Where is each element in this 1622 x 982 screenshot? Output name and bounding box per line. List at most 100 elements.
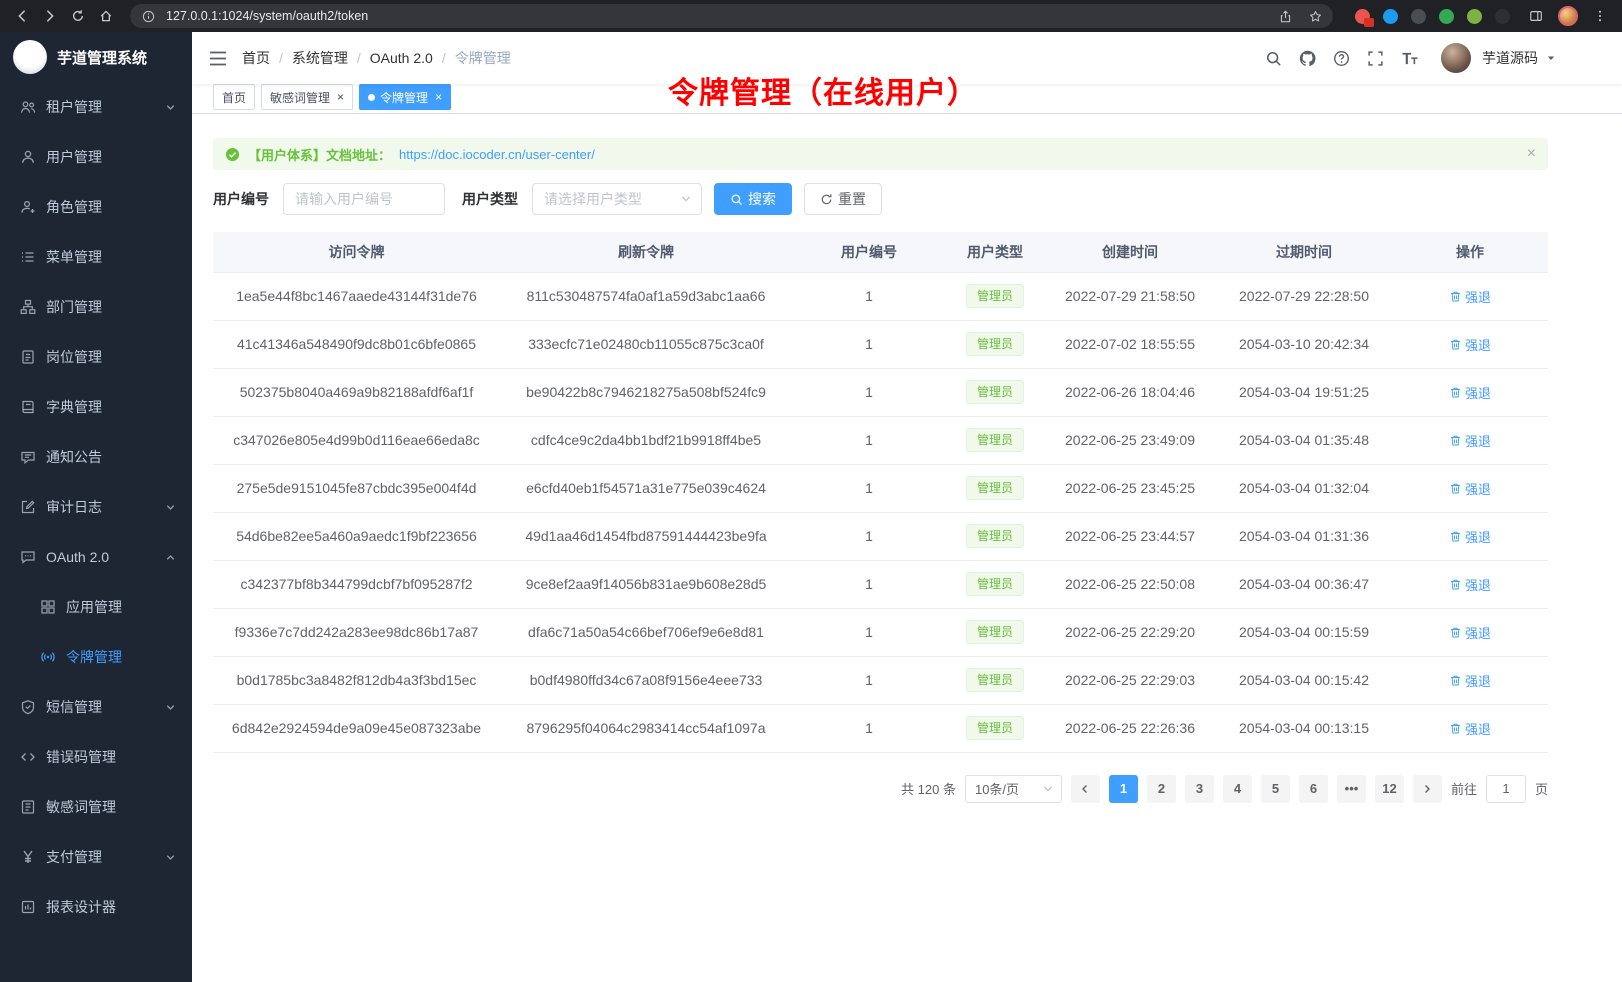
delete-icon bbox=[1449, 578, 1462, 591]
table-row: c342377bf8b344799dcbf7bf095287f29ce8ef2a… bbox=[213, 560, 1548, 608]
page-12-button[interactable]: 12 bbox=[1375, 775, 1404, 803]
expire-time-cell: 2054-03-04 01:35:48 bbox=[1216, 416, 1392, 464]
sidebar-item-sensitive-word[interactable]: 敏感词管理 bbox=[0, 782, 192, 832]
force-logout-button[interactable]: 强退 bbox=[1449, 479, 1491, 498]
doc-link[interactable]: https://doc.iocoder.cn/user-center/ bbox=[399, 147, 595, 162]
home-icon[interactable] bbox=[94, 4, 118, 28]
refresh-token-cell: 49d1aa46d1454fbd87591444423be9fa bbox=[500, 512, 792, 560]
force-logout-button[interactable]: 强退 bbox=[1449, 335, 1491, 354]
tab-home[interactable]: 首页 bbox=[213, 84, 255, 110]
column-header: 访问令牌 bbox=[213, 232, 500, 272]
more-pages-button[interactable]: ••• bbox=[1337, 775, 1366, 803]
tab-label: 首页 bbox=[222, 89, 246, 106]
sidebar-item-oauth2-token[interactable]: 令牌管理 bbox=[0, 632, 192, 682]
user-avatar[interactable] bbox=[1441, 43, 1471, 73]
address-bar[interactable]: 127.0.0.1:1024/system/oauth2/token bbox=[130, 4, 1333, 28]
user-type-cell: 管理员 bbox=[946, 704, 1044, 752]
extension-icon-dark[interactable] bbox=[1411, 9, 1426, 24]
forward-icon[interactable] bbox=[38, 4, 62, 28]
prev-page-button[interactable] bbox=[1071, 775, 1100, 803]
sidebar-item-dict[interactable]: 字典管理 bbox=[0, 382, 192, 432]
help-icon[interactable] bbox=[1333, 50, 1350, 67]
user-id-input[interactable] bbox=[283, 183, 445, 215]
breadcrumb-item-system[interactable]: 系统管理 bbox=[292, 48, 348, 68]
refresh-token-cell: 811c530487574fa0af1a59d3abc1aa66 bbox=[500, 272, 792, 320]
user-id-cell: 1 bbox=[792, 608, 946, 656]
goto-page-input[interactable] bbox=[1486, 775, 1526, 803]
alert-close-icon[interactable]: × bbox=[1527, 146, 1536, 162]
page-4-button[interactable]: 4 bbox=[1223, 775, 1252, 803]
force-logout-button[interactable]: 强退 bbox=[1449, 719, 1491, 738]
page-6-button[interactable]: 6 bbox=[1299, 775, 1328, 803]
page-size-select[interactable]: 10条/页 bbox=[965, 775, 1062, 803]
search-icon[interactable] bbox=[1265, 50, 1282, 67]
page-3-button[interactable]: 3 bbox=[1185, 775, 1214, 803]
sidebar-item-oauth2-application[interactable]: 应用管理 bbox=[0, 582, 192, 632]
dict-icon bbox=[20, 399, 36, 415]
tab-close-icon[interactable]: × bbox=[337, 91, 344, 103]
font-size-icon[interactable] bbox=[1401, 50, 1418, 67]
caret-down-icon[interactable] bbox=[1546, 53, 1556, 63]
reset-button[interactable]: 重置 bbox=[804, 183, 882, 215]
search-button[interactable]: 搜索 bbox=[714, 183, 792, 215]
tab-sensitive-word[interactable]: 敏感词管理 × bbox=[261, 84, 353, 110]
browser-profile-avatar[interactable] bbox=[1558, 6, 1578, 26]
browser-menu-icon[interactable] bbox=[1588, 4, 1612, 28]
force-logout-button[interactable]: 强退 bbox=[1449, 623, 1491, 642]
fullscreen-icon[interactable] bbox=[1367, 50, 1384, 67]
extension-icon-black[interactable] bbox=[1495, 9, 1510, 24]
sidebar-item-sms[interactable]: 短信管理 bbox=[0, 682, 192, 732]
extension-icon-red[interactable] bbox=[1355, 9, 1370, 24]
breadcrumb-item-home[interactable]: 首页 bbox=[242, 48, 270, 68]
extension-icon-green[interactable] bbox=[1439, 9, 1454, 24]
create-time-cell: 2022-06-26 18:04:46 bbox=[1044, 368, 1216, 416]
extension-icon-lightgreen[interactable] bbox=[1467, 9, 1482, 24]
sidebar-item-error-code[interactable]: 错误码管理 bbox=[0, 732, 192, 782]
tab-close-icon[interactable]: × bbox=[435, 91, 442, 103]
app-logo[interactable]: 芋道管理系统 bbox=[0, 32, 192, 82]
user-name[interactable]: 芋道源码 bbox=[1482, 48, 1538, 68]
force-logout-button[interactable]: 强退 bbox=[1449, 671, 1491, 690]
breadcrumb-item-oauth[interactable]: OAuth 2.0 bbox=[370, 50, 433, 66]
sidebar-item-role[interactable]: 角色管理 bbox=[0, 182, 192, 232]
page-2-button[interactable]: 2 bbox=[1147, 775, 1176, 803]
side-panel-icon[interactable] bbox=[1524, 4, 1548, 28]
search-button-label: 搜索 bbox=[748, 189, 776, 209]
user-id-cell: 1 bbox=[792, 464, 946, 512]
site-info-icon[interactable] bbox=[136, 4, 160, 28]
sidebar-item-menu[interactable]: 菜单管理 bbox=[0, 232, 192, 282]
user-type-select[interactable]: 请选择用户类型 bbox=[532, 183, 702, 215]
create-time-cell: 2022-06-25 22:29:03 bbox=[1044, 656, 1216, 704]
access-token-cell: 54d6be82ee5a460a9aedc1f9bf223656 bbox=[213, 512, 500, 560]
force-logout-button[interactable]: 强退 bbox=[1449, 575, 1491, 594]
page-5-button[interactable]: 5 bbox=[1261, 775, 1290, 803]
sidebar-item-label: 部门管理 bbox=[46, 297, 176, 317]
reload-icon[interactable] bbox=[66, 4, 90, 28]
sidebar-item-audit-log[interactable]: 审计日志 bbox=[0, 482, 192, 532]
sidebar-item-report-designer[interactable]: 报表设计器 bbox=[0, 882, 192, 932]
force-logout-button[interactable]: 强退 bbox=[1449, 287, 1491, 306]
page-1-button[interactable]: 1 bbox=[1109, 775, 1138, 803]
force-logout-button[interactable]: 强退 bbox=[1449, 431, 1491, 450]
force-logout-button[interactable]: 强退 bbox=[1449, 527, 1491, 546]
table-row: f9336e7c7dd242a283ee98dc86b17a87dfa6c71a… bbox=[213, 608, 1548, 656]
back-icon[interactable] bbox=[10, 4, 34, 28]
sidebar-item-post[interactable]: 岗位管理 bbox=[0, 332, 192, 382]
sidebar-item-oauth2[interactable]: OAuth 2.0 bbox=[0, 532, 192, 582]
share-icon[interactable] bbox=[1273, 4, 1297, 28]
force-logout-button[interactable]: 强退 bbox=[1449, 383, 1491, 402]
sidebar-item-dept[interactable]: 部门管理 bbox=[0, 282, 192, 332]
extension-icon-blue[interactable] bbox=[1383, 9, 1398, 24]
tab-token[interactable]: 令牌管理 × bbox=[359, 84, 451, 110]
sidebar-item-pay[interactable]: 支付管理 bbox=[0, 832, 192, 882]
sidebar-item-tenant[interactable]: 租户管理 bbox=[0, 82, 192, 132]
sidebar-item-notice[interactable]: 通知公告 bbox=[0, 432, 192, 482]
sidebar-item-user[interactable]: 用户管理 bbox=[0, 132, 192, 182]
tab-label: 令牌管理 bbox=[380, 89, 428, 106]
bookmark-star-icon[interactable] bbox=[1303, 4, 1327, 28]
tab-label: 敏感词管理 bbox=[270, 89, 330, 106]
action-cell: 强退 bbox=[1392, 704, 1548, 752]
github-icon[interactable] bbox=[1299, 50, 1316, 67]
next-page-button[interactable] bbox=[1413, 775, 1442, 803]
fold-sidebar-icon[interactable] bbox=[209, 51, 227, 66]
